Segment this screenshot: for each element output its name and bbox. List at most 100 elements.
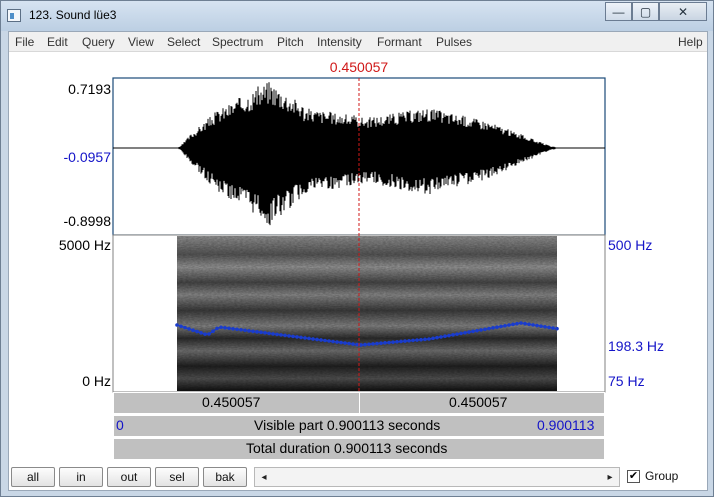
pitch-point xyxy=(239,327,243,332)
time-scrollbar[interactable]: ◂ ▸ xyxy=(254,467,620,487)
pitch-point xyxy=(335,340,339,344)
signal-display[interactable] xyxy=(9,32,709,432)
pitch-point xyxy=(267,331,271,336)
pitch-point xyxy=(263,331,267,335)
total-duration-bar[interactable]: Total duration 0.900113 seconds xyxy=(113,438,605,460)
pitch-point xyxy=(531,323,535,327)
selection-bar[interactable]: 0.450057 0.450057 xyxy=(113,392,605,414)
pitch-point xyxy=(467,330,471,334)
pitch-point xyxy=(279,333,283,337)
pitch-point xyxy=(479,328,483,332)
title-bar[interactable]: 123. Sound lüe3 — ▢ ✕ xyxy=(1,1,713,31)
pitch-point xyxy=(419,337,423,342)
pitch-point xyxy=(551,326,555,330)
pitch-point xyxy=(415,338,419,342)
pitch-point xyxy=(515,321,519,326)
pitch-point xyxy=(259,330,263,335)
pitch-point xyxy=(359,343,363,347)
maximize-button[interactable]: ▢ xyxy=(632,2,659,21)
pitch-point xyxy=(447,333,451,338)
pitch-point xyxy=(491,326,495,330)
pitch-point xyxy=(199,331,203,335)
pitch-point xyxy=(331,339,335,344)
pitch-point xyxy=(223,325,227,330)
pitch-point xyxy=(483,327,487,332)
pitch-point xyxy=(207,332,211,336)
zoom-in-button[interactable]: in xyxy=(59,467,103,487)
pitch-point xyxy=(251,329,255,334)
pitch-point xyxy=(451,333,455,337)
pitch-point xyxy=(371,342,375,346)
pitch-point xyxy=(459,331,463,336)
right-segment-duration: 0.450057 xyxy=(449,394,508,410)
pitch-point xyxy=(439,335,443,339)
pitch-point xyxy=(399,339,403,344)
pitch-point xyxy=(283,333,287,338)
pitch-point xyxy=(347,341,351,346)
pitch-point xyxy=(519,321,523,325)
pitch-point xyxy=(363,342,367,347)
pitch-point xyxy=(343,341,347,345)
pitch-point xyxy=(175,323,179,327)
pitch-point xyxy=(211,329,215,334)
group-checkbox[interactable]: ✔ xyxy=(627,470,640,483)
pitch-point xyxy=(455,332,459,336)
pitch-point xyxy=(215,326,219,331)
pitch-point xyxy=(475,328,479,333)
client-area: File Edit Query View Select Spectrum Pit… xyxy=(8,31,708,491)
pitch-point xyxy=(391,340,395,344)
pitch-point xyxy=(179,324,183,329)
pitch-point xyxy=(311,337,315,341)
pitch-point xyxy=(375,341,379,346)
praat-sound-window: 123. Sound lüe3 — ▢ ✕ File Edit Query Vi… xyxy=(0,0,714,497)
pitch-point xyxy=(339,340,343,345)
pitch-point xyxy=(471,329,475,334)
pitch-point xyxy=(235,327,239,332)
visible-end-time: 0.900113 xyxy=(537,417,595,433)
pitch-point xyxy=(411,338,415,343)
pitch-point xyxy=(431,336,435,341)
pitch-point xyxy=(379,341,383,345)
zoom-all-button[interactable]: all xyxy=(11,467,55,487)
zoom-back-button[interactable]: bak xyxy=(203,467,247,487)
pitch-point xyxy=(227,326,231,331)
pitch-point xyxy=(203,332,207,336)
pitch-point xyxy=(275,332,279,337)
pitch-point xyxy=(443,334,447,339)
scroll-left-icon[interactable]: ◂ xyxy=(257,470,271,484)
left-segment-duration: 0.450057 xyxy=(202,394,261,410)
minimize-button[interactable]: — xyxy=(605,2,632,21)
pitch-point xyxy=(487,326,491,331)
visible-part-bar[interactable]: Visible part 0.900113 seconds xyxy=(113,415,605,437)
pitch-point xyxy=(507,323,511,327)
pitch-point xyxy=(511,322,515,327)
pitch-point xyxy=(367,342,371,347)
pitch-point xyxy=(403,339,407,343)
pitch-point xyxy=(407,338,411,343)
pitch-point xyxy=(295,335,299,339)
pitch-point xyxy=(543,325,547,329)
pitch-point xyxy=(307,336,311,341)
zoom-selection-button[interactable]: sel xyxy=(155,467,199,487)
pitch-point xyxy=(323,338,327,343)
pitch-point xyxy=(355,342,359,347)
zoom-out-button[interactable]: out xyxy=(107,467,151,487)
total-duration-label: Total duration 0.900113 seconds xyxy=(246,440,448,456)
pitch-point xyxy=(299,335,303,340)
pitch-point xyxy=(243,328,247,333)
pitch-point xyxy=(231,326,235,331)
visible-part-label: Visible part 0.900113 seconds xyxy=(254,417,441,433)
pitch-point xyxy=(351,342,355,346)
close-button[interactable]: ✕ xyxy=(659,2,707,21)
pitch-point xyxy=(387,340,391,345)
pitch-point xyxy=(327,339,331,343)
pitch-point xyxy=(527,322,531,327)
pitch-point xyxy=(539,324,543,328)
group-label: Group xyxy=(645,469,679,483)
pitch-point xyxy=(219,325,223,330)
pitch-point xyxy=(503,323,507,328)
pitch-point xyxy=(315,337,319,342)
segment-divider xyxy=(359,393,360,413)
pitch-point xyxy=(287,334,291,338)
scroll-right-icon[interactable]: ▸ xyxy=(603,470,617,484)
